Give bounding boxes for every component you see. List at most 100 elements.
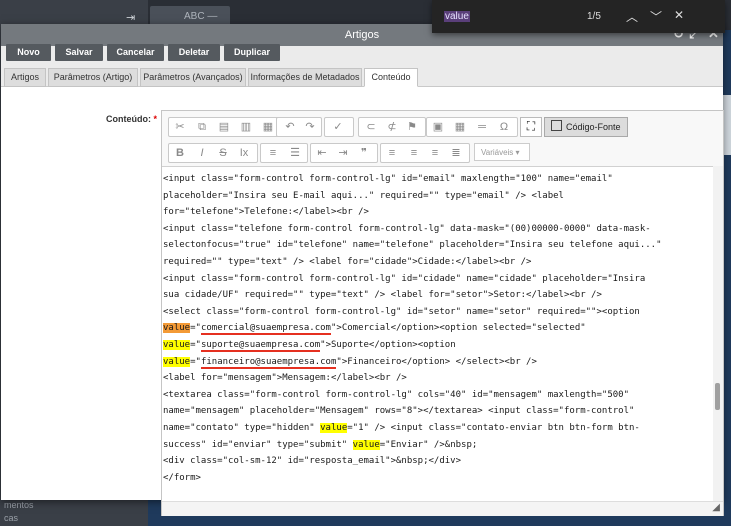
match-highlight: financeiro@suaempresa.com	[200, 356, 337, 369]
code-text: <textarea class="form-control form-contr…	[163, 389, 629, 400]
code-text: </form>	[163, 472, 201, 483]
code-text: required="" type="text" /> <label for="c…	[163, 257, 532, 267]
code-line: <label for="mensagem">Mensagem:</label><…	[163, 373, 407, 383]
code-text: name="contato" type="hidden"	[163, 423, 321, 433]
variables-select[interactable]: Variáveis ▾	[474, 143, 530, 161]
code-text: <input class="telefone form-control form…	[163, 223, 651, 234]
editor-statusbar	[162, 501, 723, 516]
code-text: success" id="enviar" type="submit"	[163, 439, 353, 450]
code-text: selectonfocus="true" id="telefone" name=…	[163, 240, 662, 251]
source-code-area[interactable]: <input class="form-control form-control-…	[162, 166, 711, 501]
bold-icon[interactable]: B	[173, 147, 187, 159]
cancel-button[interactable]: Cancelar	[107, 44, 164, 61]
paste-text-icon[interactable]: ▥	[239, 121, 253, 133]
unlink-icon[interactable]: ⊄	[385, 121, 399, 133]
code-line: value="comercial@suaempresa.com">Comerci…	[163, 323, 586, 336]
code-text: sua cidade/UF" required="" type="text" /…	[163, 290, 602, 301]
outdent-icon[interactable]: ⇤	[315, 147, 329, 159]
down-arrow-icon[interactable]: ﹀	[650, 8, 662, 25]
horizontal-line-icon[interactable]: ═	[475, 121, 489, 133]
code-text: ">Financeiro</option> </select><br />	[336, 356, 537, 367]
code-text: ="1" /> <input class="contato-enviar btn…	[347, 423, 640, 433]
scroll-thumb[interactable]	[715, 383, 720, 410]
code-text: ="	[190, 340, 201, 350]
align-left-icon[interactable]: ≡	[385, 147, 399, 159]
code-line: success" id="enviar" type="submit" value…	[163, 439, 478, 450]
editor-toolbar: ✂ ⧉ ▤ ▥ ▦ ↶ ↷ ✓ ⊂ ⊄ ⚑ ▣ ▦ ═ Ω ⛶ Código-F…	[162, 111, 723, 167]
paste-word-icon[interactable]: ▦	[261, 121, 275, 133]
code-text: <input class="form-control form-control-…	[163, 174, 613, 184]
source-button-label: Código-Fonte	[566, 122, 621, 132]
tab-conteudo[interactable]: Conteúdo	[364, 68, 418, 87]
remove-format-icon[interactable]: Ix	[237, 147, 251, 159]
tab-parametros-artigo[interactable]: Parâmetros (Artigo)	[48, 68, 138, 87]
rich-text-editor[interactable]: ✂ ⧉ ▤ ▥ ▦ ↶ ↷ ✓ ⊂ ⊄ ⚑ ▣ ▦ ═ Ω ⛶ Código-F…	[161, 110, 724, 516]
source-button[interactable]: Código-Fonte	[544, 117, 628, 137]
undo-icon[interactable]: ↶	[283, 121, 297, 133]
save-button[interactable]: Salvar	[55, 44, 103, 61]
blockquote-icon[interactable]: ❞	[357, 147, 371, 159]
code-line: </form>	[163, 473, 201, 483]
tab-artigos[interactable]: Artigos	[4, 68, 46, 87]
list-group: ≡ ☰	[260, 143, 308, 163]
spellcheck-icon[interactable]: ✓	[331, 121, 345, 133]
tab-metadados[interactable]: Informações de Metadados	[248, 68, 362, 87]
code-line: <input class="telefone form-control form…	[163, 224, 651, 234]
indent-icon[interactable]: ⇥	[336, 147, 350, 159]
find-query[interactable]: value	[444, 11, 470, 22]
code-line: <select class="form-control form-control…	[163, 307, 640, 317]
justify-icon[interactable]: ≣	[449, 147, 463, 159]
code-text: <select class="form-control form-control…	[163, 306, 640, 317]
delete-button[interactable]: Deletar	[168, 44, 220, 61]
new-button[interactable]: Novo	[6, 44, 51, 61]
tab-parametros-avancados[interactable]: Parâmetros (Avançados)	[140, 68, 246, 87]
match-highlight: value	[352, 439, 380, 450]
code-line: value="suporte@suaempresa.com">Suporte</…	[163, 340, 456, 352]
code-line: <input class="form-control form-control-…	[163, 274, 645, 284]
match-highlight: suporte@suaempresa.com	[200, 340, 321, 352]
cut-icon[interactable]: ✂	[173, 121, 187, 133]
code-line: <textarea class="form-control form-contr…	[163, 390, 629, 400]
code-line: placeholder="Insira seu E-mail aqui..." …	[163, 191, 564, 201]
vertical-scrollbar[interactable]	[713, 166, 723, 501]
code-text: ="	[190, 356, 201, 367]
close-icon[interactable]: ✕	[674, 8, 684, 22]
resize-handle-icon[interactable]: ◢	[712, 502, 720, 513]
format-group: B I S Ix	[168, 143, 258, 163]
code-line: sua cidade/UF" required="" type="text" /…	[163, 290, 602, 300]
duplicate-button[interactable]: Duplicar	[224, 44, 280, 61]
bulleted-list-icon[interactable]: ☰	[288, 147, 302, 159]
special-char-icon[interactable]: Ω	[497, 121, 511, 133]
code-text: ="Enviar" />&nbsp;	[379, 439, 478, 450]
link-group: ⊂ ⊄ ⚑	[358, 117, 426, 137]
numbered-list-icon[interactable]: ≡	[266, 147, 280, 159]
image-icon[interactable]: ▣	[431, 121, 445, 133]
table-icon[interactable]: ▦	[453, 121, 467, 133]
up-arrow-icon[interactable]: ︿	[626, 8, 638, 25]
clipboard-group: ✂ ⧉ ▤ ▥ ▦	[168, 117, 284, 137]
code-text: ">Comercial</option><option selected="se…	[330, 323, 586, 334]
code-line: <input class="form-control form-control-…	[163, 174, 613, 184]
content-label-text: Conteúdo:	[106, 114, 151, 124]
copy-icon[interactable]: ⧉	[195, 121, 209, 133]
anchor-icon[interactable]: ⚑	[405, 121, 419, 133]
code-text: ="	[190, 323, 201, 334]
align-right-icon[interactable]: ≡	[428, 147, 442, 159]
match-highlight: value	[320, 423, 348, 433]
code-line: name="mensagem" placeholder="Mensagem" r…	[163, 406, 634, 416]
align-center-icon[interactable]: ≡	[407, 147, 421, 159]
match-highlight: value	[163, 356, 191, 367]
strike-icon[interactable]: S	[216, 147, 230, 159]
code-text: name="mensagem" placeholder="Mensagem" r…	[163, 406, 635, 417]
italic-icon[interactable]: I	[195, 147, 209, 159]
variables-select-label: Variáveis	[481, 148, 514, 157]
link-icon[interactable]: ⊂	[364, 121, 378, 133]
content-label: Conteúdo: *	[106, 114, 157, 124]
maximize-icon[interactable]: ⛶	[520, 117, 542, 137]
match-highlight: value	[163, 323, 191, 334]
match-highlight: comercial@suaempresa.com	[200, 323, 331, 336]
exit-icon[interactable]: ⇥	[126, 11, 135, 24]
redo-icon[interactable]: ↷	[303, 121, 317, 133]
insert-group: ▣ ▦ ═ Ω	[426, 117, 518, 137]
paste-icon[interactable]: ▤	[217, 121, 231, 133]
